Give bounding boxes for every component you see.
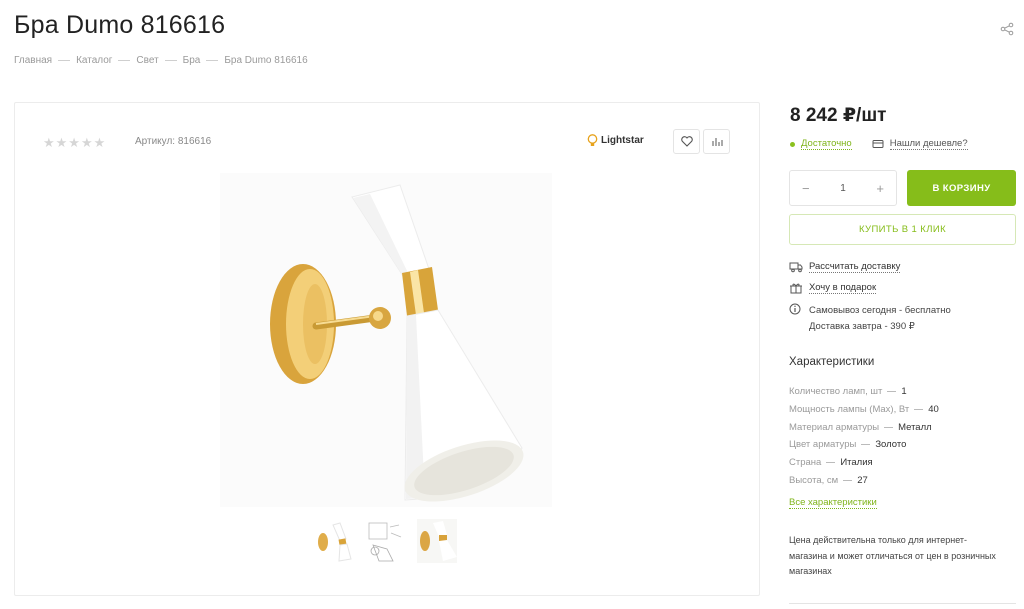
info-icon: [789, 303, 801, 315]
thumbnail-2[interactable]: [363, 517, 407, 565]
qty-minus-button[interactable]: −: [802, 181, 810, 196]
found-cheaper-label: Нашли дешевле?: [889, 138, 968, 150]
brand-logo[interactable]: Lightstar: [587, 134, 644, 147]
thumbnail-1[interactable]: [311, 517, 355, 565]
gift-label: Хочу в подарок: [809, 282, 877, 294]
share-icon[interactable]: [1000, 22, 1014, 36]
characteristics-title: Характеристики: [789, 356, 875, 368]
char-row: Страна Италия: [789, 454, 939, 472]
page-title: Бра Dumo 816616: [14, 11, 226, 39]
add-to-cart-button[interactable]: В КОРЗИНУ: [907, 170, 1016, 206]
char-row: Цвет арматуры Золото: [789, 436, 939, 454]
char-value: 27: [857, 474, 868, 486]
truck-icon: [789, 262, 803, 273]
char-row: Количество ламп, шт 1: [789, 383, 939, 401]
char-row: Мощность лампы (Max), Вт 40: [789, 401, 939, 419]
breadcrumb-light[interactable]: Свет: [136, 55, 158, 66]
product-image[interactable]: [220, 173, 552, 507]
product-gallery-card: ★★★★★ Артикул: 816616 Lightstar: [14, 102, 760, 596]
qty-value[interactable]: 1: [840, 183, 846, 194]
quantity-stepper[interactable]: − 1 +: [789, 170, 897, 206]
product-sku: Артикул: 816616: [135, 136, 212, 147]
char-key: Мощность лампы (Max), Вт: [789, 403, 910, 415]
favorite-button[interactable]: [673, 129, 700, 154]
char-row: Материал арматуры Металл: [789, 419, 939, 437]
char-value: Металл: [898, 421, 932, 433]
compare-button[interactable]: [703, 129, 730, 154]
char-value: 40: [928, 403, 939, 415]
breadcrumb-home[interactable]: Главная: [14, 55, 52, 66]
product-price: 8 242 ₽/шт: [790, 105, 887, 126]
all-characteristics-link[interactable]: Все характеристики: [789, 497, 877, 509]
breadcrumb-catalog[interactable]: Каталог: [76, 55, 112, 66]
found-cheaper-link[interactable]: Нашли дешевле?: [872, 138, 968, 150]
char-value: 1: [901, 386, 907, 397]
calc-delivery-label: Рассчитать доставку: [809, 261, 901, 273]
char-value: Италия: [840, 457, 873, 469]
gift-icon: [790, 283, 802, 294]
pickup-text: Самовывоз сегодня - бесплатно: [809, 305, 951, 316]
char-key: Страна: [789, 457, 822, 469]
heart-icon: [680, 136, 693, 147]
stock-row: Достаточно Нашли дешевле?: [790, 138, 968, 150]
gift-link[interactable]: Хочу в подарок: [789, 282, 877, 294]
thumbnail-strip: [311, 517, 459, 565]
qty-plus-button[interactable]: +: [876, 181, 884, 196]
breadcrumb: Главная Каталог Свет Бра Бра Dumo 816616: [14, 55, 308, 66]
stock-status[interactable]: Достаточно: [801, 138, 852, 150]
pickup-info: Самовывоз сегодня - бесплатно Доставка з…: [789, 303, 951, 335]
rating-stars[interactable]: ★★★★★: [43, 135, 106, 151]
breadcrumb-sconces[interactable]: Бра: [183, 55, 201, 66]
sconce-image: [270, 184, 524, 502]
char-key: Высота, см: [789, 474, 839, 486]
stock-indicator: [790, 141, 795, 147]
calc-delivery-link[interactable]: Рассчитать доставку: [789, 261, 901, 273]
char-value: Золото: [875, 439, 907, 451]
divider: [789, 603, 1016, 604]
char-row: Высота, см 27: [789, 472, 939, 490]
bulb-icon: [587, 134, 598, 146]
courier-text: Доставка завтра - 390 ₽: [809, 321, 915, 332]
characteristics-list: Количество ламп, шт 1 Мощность лампы (Max…: [789, 383, 939, 490]
buy-one-click-button[interactable]: КУПИТЬ В 1 КЛИК: [789, 214, 1016, 245]
compare-icon: [712, 138, 722, 146]
wallet-icon: [872, 140, 884, 148]
char-key: Количество ламп, шт: [789, 386, 883, 397]
char-key: Цвет арматуры: [789, 439, 857, 451]
brand-name: Lightstar: [601, 135, 644, 146]
breadcrumb-current: Бра Dumo 816616: [224, 55, 308, 66]
thumbnail-3[interactable]: [415, 517, 459, 565]
char-key: Материал арматуры: [789, 421, 880, 433]
price-note: Цена действительна только для интернет-м…: [789, 535, 996, 576]
